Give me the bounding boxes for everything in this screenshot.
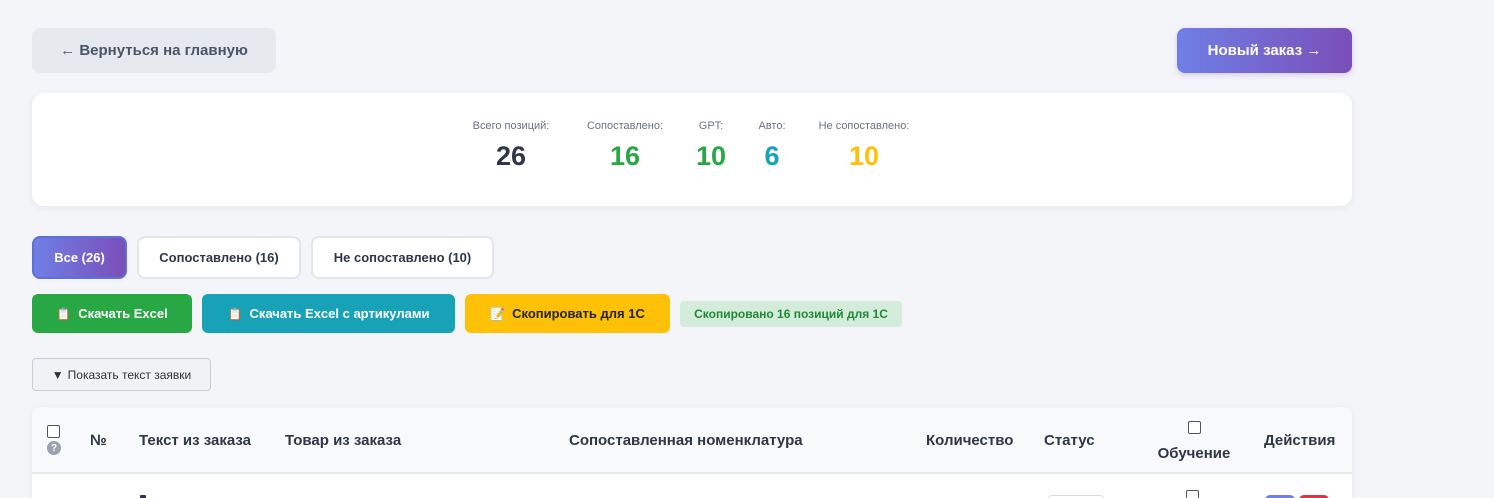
stat-label: Авто:	[758, 120, 786, 132]
triangle-down-icon: ▼	[51, 367, 64, 382]
stat-value: 10	[848, 141, 880, 171]
tab-all[interactable]: Все (26)	[32, 236, 127, 279]
results-table: ? № Текст из заказа Товар из заказа Сопо…	[32, 407, 1352, 498]
download-excel-button[interactable]: 📋 Скачать Excel	[32, 294, 192, 333]
table-header: ? № Текст из заказа Товар из заказа Сопо…	[32, 407, 1352, 474]
download-excel-label: Скачать Excel	[78, 306, 168, 321]
copy-1c-label: Скопировать для 1С	[512, 306, 645, 321]
copied-status-badge: Скопировано 16 позиций для 1С	[680, 301, 902, 327]
stat-unmatched: Не сопоставлено: 10	[812, 120, 916, 172]
stat-value: 16	[609, 141, 641, 171]
stat-value: 6	[764, 141, 780, 171]
stat-label: Сопоставлено:	[586, 120, 664, 132]
tab-unmatched[interactable]: Не сопоставлено (10)	[311, 236, 494, 279]
back-to-home-button[interactable]: ← Вернуться на главную	[32, 28, 276, 73]
stat-label: Всего позиций:	[472, 120, 550, 132]
column-header-order-text: Текст из заказа	[139, 432, 252, 449]
column-header-actions: Действия	[1264, 432, 1336, 449]
training-checkbox[interactable]	[1186, 490, 1199, 498]
stat-value: 10	[695, 141, 727, 171]
download-excel-articles-button[interactable]: 📋 Скачать Excel с артикулами	[202, 294, 455, 333]
select-all-checkbox[interactable]	[47, 425, 60, 438]
stat-gpt: GPT: 10	[682, 120, 740, 172]
new-order-button[interactable]: Новый заказ →	[1177, 28, 1352, 73]
stat-total: Всего позиций: 26	[466, 120, 556, 172]
show-request-text-toggle[interactable]: ▼ Показать текст заявки	[32, 358, 211, 391]
show-request-text-label: Показать текст заявки	[67, 367, 192, 382]
stat-matched: Сопоставлено: 16	[580, 120, 670, 172]
stat-label: Не сопоставлено:	[818, 120, 910, 132]
help-icon[interactable]: ?	[47, 441, 61, 455]
column-header-status: Статус	[1044, 432, 1095, 449]
clipboard-icon: 📋	[56, 306, 72, 321]
stat-value: 26	[495, 141, 527, 171]
stat-auto: Авто: 6	[750, 120, 794, 172]
clipboard-icon: 📋	[227, 306, 243, 321]
copy-1c-button[interactable]: 📝 Скопировать для 1С	[465, 294, 670, 333]
download-excel-articles-label: Скачать Excel с артикулами	[249, 306, 430, 321]
column-header-quantity: Количество	[926, 432, 1014, 449]
table-row	[32, 476, 1352, 498]
tab-matched[interactable]: Сопоставлено (16)	[137, 236, 301, 279]
memo-icon: 📝	[490, 306, 506, 321]
column-header-training-label: Обучение	[1157, 445, 1231, 462]
stat-label: GPT:	[698, 120, 724, 132]
stats-card: Всего позиций: 26 Сопоставлено: 16 GPT: …	[32, 93, 1352, 206]
column-header-training: Обучение	[1144, 421, 1244, 462]
column-header-number: №	[90, 432, 107, 449]
training-all-checkbox[interactable]	[1187, 421, 1201, 434]
column-header-matched-nomenclature: Сопоставленная номенклатура	[569, 432, 803, 449]
column-header-order-product: Товар из заказа	[285, 432, 402, 449]
page: ← Вернуться на главную Новый заказ → Все…	[0, 0, 1494, 498]
